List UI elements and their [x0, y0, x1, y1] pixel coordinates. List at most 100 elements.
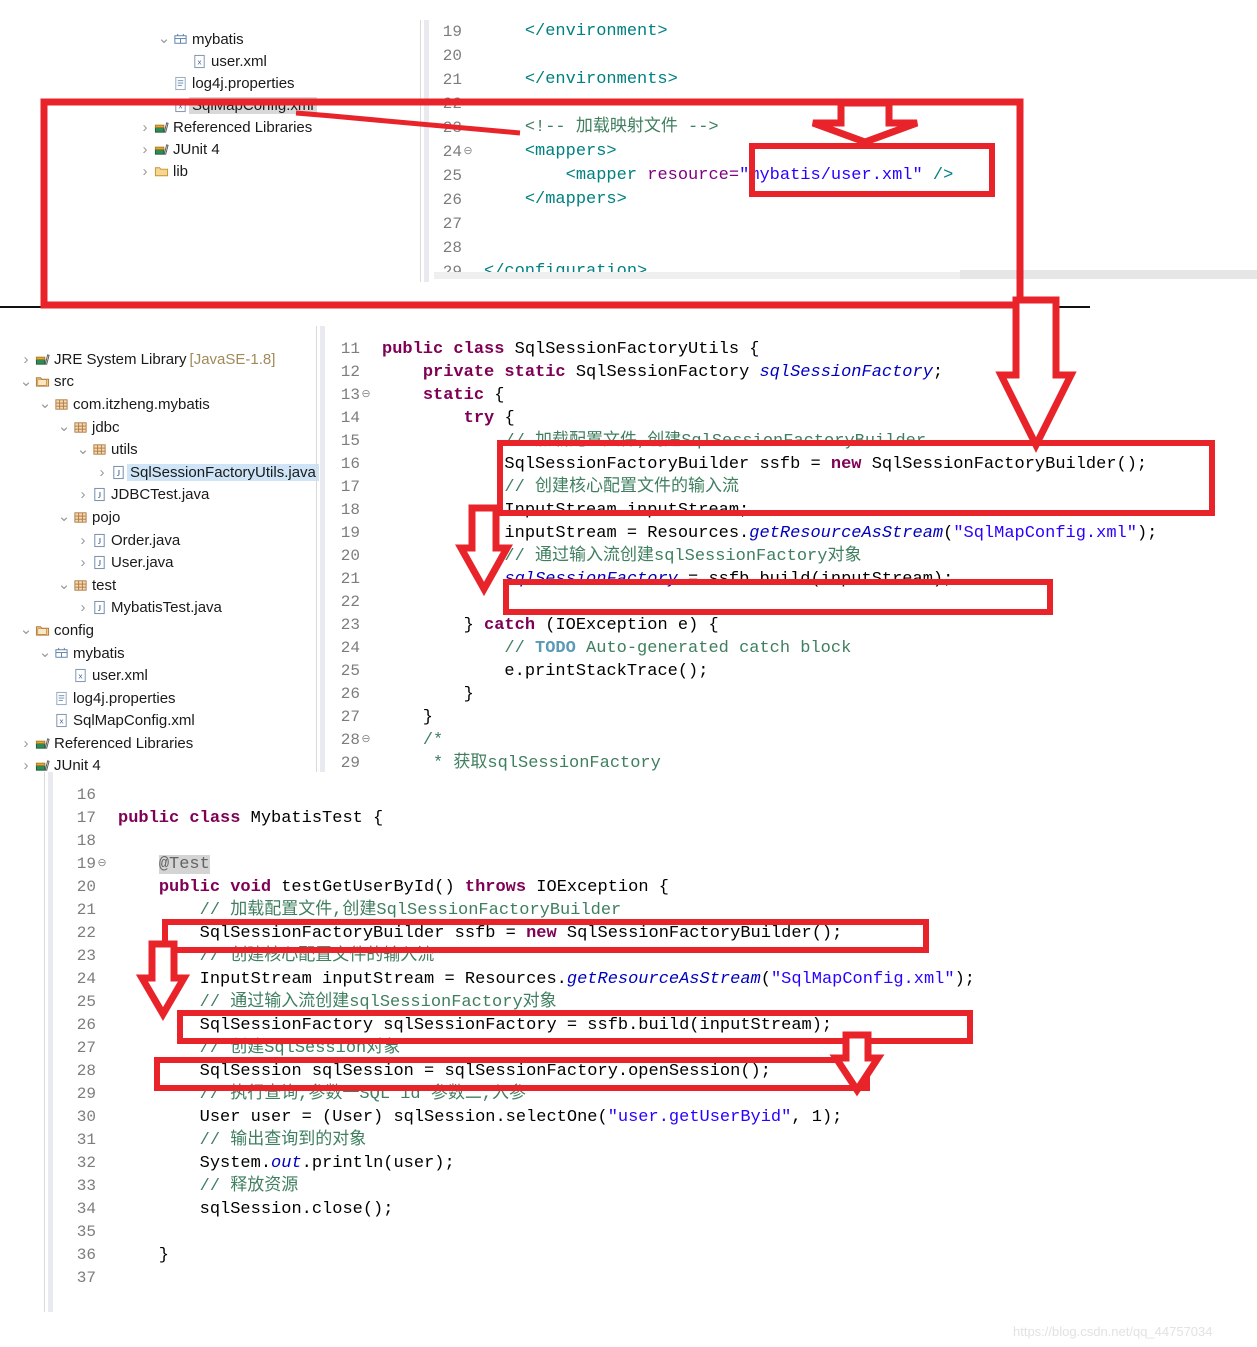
bottom-code-area[interactable]: 16 17 public class MybatisTest {18 19 ⊖ @Tes… [60, 784, 1250, 1290]
code-line[interactable]: 22 SqlSessionFactoryBuilder ssfb = new S… [60, 922, 1250, 945]
tree-item-jre-system-library-[interactable]: › JRE System Library [JavaSE-1.8] [0, 348, 330, 371]
tree-item-jdbc[interactable]: ⌄ jdbc [0, 416, 330, 439]
tree-item-lib[interactable]: › lib [100, 160, 430, 182]
code-line[interactable]: 12 private static SqlSessionFactory sqlS… [330, 361, 1250, 384]
code-line[interactable]: 34 sqlSession.close(); [60, 1198, 1250, 1221]
chevron-down-icon[interactable]: ⌄ [157, 31, 171, 46]
chevron-down-icon[interactable]: ⌄ [38, 645, 52, 660]
chevron-down-icon[interactable]: ⌄ [19, 622, 33, 637]
chevron-right-icon[interactable]: › [76, 486, 90, 503]
code-line[interactable]: 22 [434, 92, 1244, 116]
chevron-down-icon[interactable]: ⌄ [57, 509, 71, 524]
tree-item-junit-4[interactable]: › JUnit 4 [100, 138, 430, 160]
chevron-right-icon[interactable]: › [19, 351, 33, 368]
code-line[interactable]: 24 ⊖ <mappers> [434, 140, 1244, 164]
code-line[interactable]: 28 SqlSession sqlSession = sqlSessionFac… [60, 1060, 1250, 1083]
code-line[interactable]: 26 } [330, 683, 1250, 706]
middle-package-explorer-tree[interactable]: › JRE System Library [JavaSE-1.8] ⌄ src ⌄ com… [0, 348, 330, 777]
middle-code-area[interactable]: 11 public class SqlSessionFactoryUtils {1… [330, 338, 1250, 775]
tree-item-config[interactable]: ⌄ config [0, 619, 330, 642]
code-line[interactable]: 24 InputStream inputStream = Resources.g… [60, 968, 1250, 991]
tree-item-jdbctest-java[interactable]: › J JDBCTest.java [0, 484, 330, 507]
code-line[interactable]: 18 [60, 830, 1250, 853]
code-line[interactable]: 27 [434, 212, 1244, 236]
tree-item-utils[interactable]: ⌄ utils [0, 438, 330, 461]
chevron-right-icon[interactable]: › [19, 757, 33, 774]
tree-item-sqlmapconfig-xml[interactable]: x SqlMapConfig.xml [100, 94, 430, 116]
tree-item-mybatistest-java[interactable]: › J MybatisTest.java [0, 597, 330, 620]
chevron-down-icon[interactable]: ⌄ [38, 396, 52, 411]
code-line[interactable]: 23 // 创建核心配置文件的输入流 [60, 945, 1250, 968]
tree-item-pojo[interactable]: ⌄ pojo [0, 506, 330, 529]
code-line[interactable]: 22 [330, 591, 1250, 614]
code-line[interactable]: 16 SqlSessionFactoryBuilder ssfb = new S… [330, 453, 1250, 476]
chevron-right-icon[interactable]: › [76, 599, 90, 616]
code-line[interactable]: 30 User user = (User) sqlSession.selectO… [60, 1106, 1250, 1129]
code-line[interactable]: 24 // TODO Auto-generated catch block [330, 637, 1250, 660]
tree-item-user-xml[interactable]: x user.xml [0, 664, 330, 687]
code-line[interactable]: 13 ⊖ static { [330, 384, 1250, 407]
top-package-explorer-tree[interactable]: ⌄ mybatis x user.xml log4j.properties x SqlMap… [100, 28, 430, 182]
tree-item-sqlmapconfig-xml[interactable]: x SqlMapConfig.xml [0, 710, 330, 733]
chevron-right-icon[interactable]: › [138, 119, 152, 136]
chevron-right-icon[interactable]: › [138, 163, 152, 180]
chevron-right-icon[interactable]: › [19, 735, 33, 752]
code-line[interactable]: 19 </environment> [434, 20, 1244, 44]
top-editor-hscrollbar-thumb[interactable] [960, 270, 1257, 279]
code-line[interactable]: 17 // 创建核心配置文件的输入流 [330, 476, 1250, 499]
chevron-down-icon[interactable]: ⌄ [19, 374, 33, 389]
code-line[interactable]: 32 System.out.println(user); [60, 1152, 1250, 1175]
code-line[interactable]: 35 [60, 1221, 1250, 1244]
tree-item-src[interactable]: ⌄ src [0, 371, 330, 394]
code-line[interactable]: 17 public class MybatisTest { [60, 807, 1250, 830]
tree-item-mybatis[interactable]: ⌄ mybatis [100, 28, 430, 50]
chevron-right-icon[interactable]: › [138, 141, 152, 158]
chevron-down-icon[interactable]: ⌄ [57, 419, 71, 434]
chevron-right-icon[interactable]: › [95, 464, 109, 481]
tree-item-referenced-libraries[interactable]: › Referenced Libraries [0, 732, 330, 755]
code-line[interactable]: 25 <mapper resource="mybatis/user.xml" /… [434, 164, 1244, 188]
fold-collapse-icon[interactable]: ⊖ [462, 140, 474, 164]
code-line[interactable]: 21 sqlSessionFactory = ssfb.build(inputS… [330, 568, 1250, 591]
fold-collapse-icon[interactable]: ⊖ [96, 853, 108, 876]
code-line[interactable]: 14 try { [330, 407, 1250, 430]
code-line[interactable]: 25 e.printStackTrace(); [330, 660, 1250, 683]
tree-item-order-java[interactable]: › J Order.java [0, 529, 330, 552]
code-line[interactable]: 20 // 通过输入流创建sqlSessionFactory对象 [330, 545, 1250, 568]
chevron-right-icon[interactable]: › [76, 554, 90, 571]
tree-item-sqlsessionfactoryutils-java[interactable]: › J SqlSessionFactoryUtils.java [0, 461, 330, 484]
chevron-right-icon[interactable]: › [76, 532, 90, 549]
code-line[interactable]: 33 // 释放资源 [60, 1175, 1250, 1198]
code-line[interactable]: 19 ⊖ @Test [60, 853, 1250, 876]
code-line[interactable]: 21 </environments> [434, 68, 1244, 92]
code-line[interactable]: 26 SqlSessionFactory sqlSessionFactory =… [60, 1014, 1250, 1037]
tree-item-user-java[interactable]: › J User.java [0, 551, 330, 574]
code-line[interactable]: 19 inputStream = Resources.getResourceAs… [330, 522, 1250, 545]
code-line[interactable]: 20 public void testGetUserById() throws … [60, 876, 1250, 899]
fold-collapse-icon[interactable]: ⊖ [360, 729, 372, 752]
fold-collapse-icon[interactable]: ⊖ [360, 384, 372, 407]
code-line[interactable]: 23 <!-- 加载映射文件 --> [434, 116, 1244, 140]
code-line[interactable]: 36 } [60, 1244, 1250, 1267]
tree-item-log4j-properties[interactable]: log4j.properties [0, 687, 330, 710]
code-line[interactable]: 27 // 创建SqlSession对象 [60, 1037, 1250, 1060]
chevron-down-icon[interactable]: ⌄ [76, 442, 90, 457]
tree-item-com-itzheng-mybatis[interactable]: ⌄ com.itzheng.mybatis [0, 393, 330, 416]
tree-item-mybatis[interactable]: ⌄ mybatis [0, 642, 330, 665]
tree-item-test[interactable]: ⌄ test [0, 574, 330, 597]
code-line[interactable]: 16 [60, 784, 1250, 807]
code-line[interactable]: 21 // 加载配置文件,创建SqlSessionFactoryBuilder [60, 899, 1250, 922]
code-line[interactable]: 27 } [330, 706, 1250, 729]
code-line[interactable]: 28 [434, 236, 1244, 260]
top-code-area[interactable]: 19 </environment> 20 21 </environments> 22 2… [434, 20, 1244, 284]
code-line[interactable]: 25 // 通过输入流创建sqlSessionFactory对象 [60, 991, 1250, 1014]
code-line[interactable]: 37 [60, 1267, 1250, 1290]
tree-item-user-xml[interactable]: x user.xml [100, 50, 430, 72]
code-line[interactable]: 29 // 执行查询,参数一SQL id 参数二,入参 [60, 1083, 1250, 1106]
code-line[interactable]: 18 InputStream inputStream; [330, 499, 1250, 522]
code-line[interactable]: 31 // 输出查询到的对象 [60, 1129, 1250, 1152]
code-line[interactable]: 11 public class SqlSessionFactoryUtils { [330, 338, 1250, 361]
code-line[interactable]: 15 // 加载配置文件,创建SqlSessionFactoryBuilder [330, 430, 1250, 453]
chevron-down-icon[interactable]: ⌄ [57, 577, 71, 592]
code-line[interactable]: 20 [434, 44, 1244, 68]
